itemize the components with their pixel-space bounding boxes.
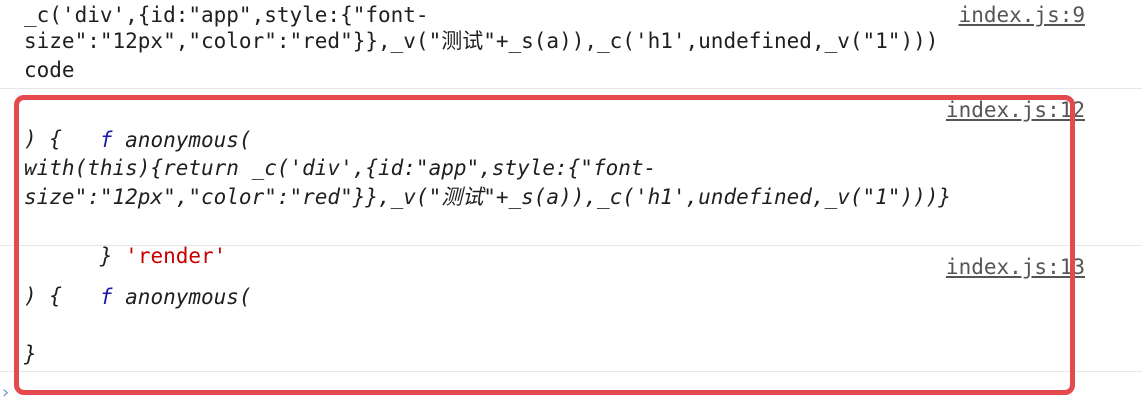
code-line: size":"12px","color":"red"}},_v("测试"+_s(…: [24, 185, 952, 209]
console-message: _c('div',{id:"app",style:{"font- size":"…: [0, 0, 1142, 89]
function-symbol: f: [99, 285, 113, 309]
console-prompt[interactable]: ›: [0, 376, 1142, 418]
function-symbol: f: [99, 128, 113, 152]
function-name: anonymous(: [112, 128, 252, 152]
source-link[interactable]: index.js:12: [946, 95, 1085, 125]
code-line: ) {: [24, 284, 62, 308]
function-header: f anonymous(: [24, 95, 252, 152]
code-line: with(this){return _c('div',{id:"app",sty…: [24, 156, 657, 180]
function-name: anonymous(: [112, 285, 252, 309]
code-line: size":"12px","color":"red"}},_v("测试"+_s(…: [24, 29, 939, 53]
code-line: ) {: [24, 127, 62, 151]
code-line: } 'render': [24, 211, 226, 268]
source-link[interactable]: index.js:13: [946, 252, 1085, 282]
function-header: f anonymous(: [24, 252, 252, 309]
console-message: f anonymous( ) { } index.js:13: [0, 246, 1142, 372]
console-panel: _c('div',{id:"app",style:{"font- size":"…: [0, 0, 1142, 418]
source-link[interactable]: index.js:9: [959, 0, 1085, 30]
prompt-chevron-icon: ›: [2, 382, 10, 403]
closing-brace: }: [24, 342, 37, 366]
console-message: f anonymous( ) { with(this){return _c('d…: [0, 89, 1142, 268]
code-line: code: [24, 58, 75, 82]
